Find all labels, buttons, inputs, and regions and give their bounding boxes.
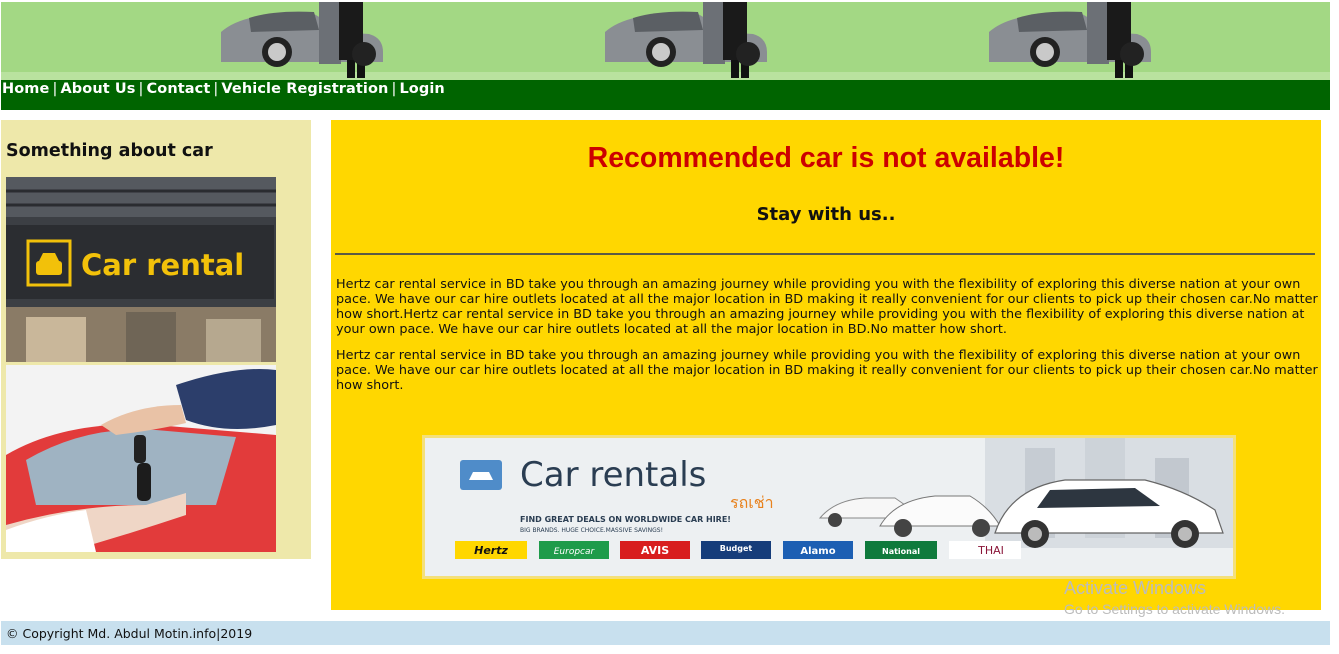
divider <box>335 253 1315 255</box>
svg-text:National: National <box>882 547 920 556</box>
brand-badge-avis: AVIS <box>620 541 690 559</box>
watermark-line-2: Go to Settings to activate Windows. <box>1064 601 1285 617</box>
nav-separator: | <box>213 81 219 97</box>
brand-badge-national: National <box>865 541 937 559</box>
brand-badge-alamo: Alamo <box>783 541 853 559</box>
nav-contact-link[interactable]: Contact <box>147 81 211 97</box>
main-content: Recommended car is not available! Stay w… <box>331 120 1321 610</box>
car-keys-image <box>6 365 276 552</box>
nav-separator: | <box>391 81 397 97</box>
watermark-line-1: Activate Windows <box>1064 578 1207 598</box>
car-rentals-ad-banner: Car rentals รถเช่า FIND GREAT DEALS ON W… <box>422 435 1236 579</box>
car-chauffeur-image <box>221 2 383 78</box>
ad-tagline: FIND GREAT DEALS ON WORLDWIDE CAR HIRE! <box>520 515 731 524</box>
header-banner <box>1 2 1330 82</box>
brand-badge-thai: THAI <box>949 541 1021 559</box>
description-paragraph: Hertz car rental service in BD take you … <box>336 277 1318 337</box>
nav-login-link[interactable]: Login <box>399 81 444 97</box>
svg-text:Hertz: Hertz <box>474 544 508 557</box>
svg-text:AVIS: AVIS <box>641 544 669 557</box>
ad-subtagline: BIG BRANDS. HUGE CHOICE.MASSIVE SAVINGS! <box>520 527 663 534</box>
svg-text:Alamo: Alamo <box>800 546 835 557</box>
nav-separator: | <box>138 81 144 97</box>
svg-text:Budget: Budget <box>720 544 753 553</box>
brand-badge-europcar: Europcar <box>539 541 609 559</box>
nav-links: Home | About Us | Contact | Vehicle Registrati… <box>2 81 445 97</box>
svg-text:Europcar: Europcar <box>554 547 596 557</box>
ad-thai-text: รถเช่า <box>730 493 774 512</box>
nav-about-link[interactable]: About Us <box>60 81 135 97</box>
description-paragraph: Hertz car rental service in BD take you … <box>336 348 1318 393</box>
car-chauffeur-image <box>605 2 767 78</box>
sidebar: Something about car Car rental <box>1 120 311 559</box>
footer: © Copyright Md. Abdul Motin.info|2019 <box>1 621 1330 645</box>
car-rental-sign-image: Car rental <box>6 177 276 362</box>
activate-windows-watermark: Activate Windows Go to Settings to activ… <box>1064 578 1285 617</box>
sign-text: Car rental <box>81 248 244 282</box>
nav-home-link[interactable]: Home <box>2 81 49 97</box>
car-chauffeur-image <box>989 2 1151 78</box>
sidebar-heading: Something about car <box>6 141 213 161</box>
nav-separator: | <box>52 81 58 97</box>
page-subtitle: Stay with us.. <box>756 204 896 225</box>
brand-badge-budget: Budget <box>701 541 771 559</box>
nav-bar: Home | About Us | Contact | Vehicle Registrati… <box>1 80 1330 110</box>
nav-vehicle-registration-link[interactable]: Vehicle Registration <box>221 81 388 97</box>
copyright-text: © Copyright Md. Abdul Motin.info|2019 <box>6 626 253 641</box>
svg-text:THAI: THAI <box>977 544 1004 557</box>
page-title: Recommended car is not available! <box>587 142 1065 174</box>
brand-badge-hertz: Hertz <box>455 541 527 559</box>
ad-headline: Car rentals <box>520 455 706 495</box>
